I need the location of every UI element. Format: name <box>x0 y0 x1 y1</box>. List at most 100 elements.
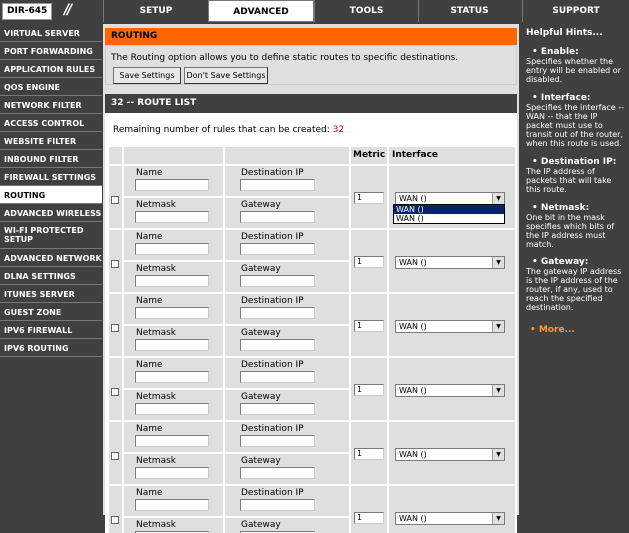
sidebar-item-network-filter[interactable]: NETWORK FILTER <box>0 96 102 114</box>
interface-option[interactable]: WAN () <box>394 205 504 214</box>
sidebar-item-port-forwarding[interactable]: PORT FORWARDING <box>0 42 102 60</box>
name-input[interactable] <box>135 179 209 191</box>
netmask-input[interactable] <box>135 403 209 415</box>
netmask-label: Netmask <box>136 264 176 274</box>
enable-checkbox[interactable] <box>111 324 119 332</box>
header-metric: Metric <box>351 147 387 164</box>
enable-checkbox[interactable] <box>111 452 119 460</box>
interface-select-value: WAN () <box>399 386 427 395</box>
gateway-input[interactable] <box>240 339 315 351</box>
sidebar-item-advanced-wireless[interactable]: ADVANCED WIRELESS <box>0 204 102 222</box>
tab-setup[interactable]: SETUP <box>103 0 208 22</box>
chevron-down-icon[interactable]: ▼ <box>492 193 504 204</box>
gateway-label: Gateway <box>241 456 281 466</box>
remaining-rules-text: Remaining number of rules that can be cr… <box>113 125 344 135</box>
enable-checkbox[interactable] <box>111 260 119 268</box>
sidebar-item-website-filter[interactable]: WEBSITE FILTER <box>0 132 102 150</box>
metric-input[interactable]: 1 <box>354 320 384 332</box>
metric-input[interactable]: 1 <box>354 192 384 204</box>
tab-status[interactable]: STATUS <box>418 0 520 22</box>
netmask-label: Netmask <box>136 392 176 402</box>
gateway-input[interactable] <box>240 467 315 479</box>
tab-tools[interactable]: TOOLS <box>314 0 418 22</box>
header-blank-check <box>109 147 122 164</box>
sidebar-item-ipv6-firewall[interactable]: IPV6 FIREWALL <box>0 321 102 339</box>
gateway-label: Gateway <box>241 328 281 338</box>
sidebar-item-guest-zone[interactable]: GUEST ZONE <box>0 303 102 321</box>
more-link[interactable]: • More... <box>530 325 575 335</box>
netmask-input[interactable] <box>135 275 209 287</box>
dont-save-settings-button[interactable]: Don't Save Settings <box>184 67 268 84</box>
name-input[interactable] <box>135 243 209 255</box>
destination-label: Destination IP <box>241 488 304 498</box>
netmask-input[interactable] <box>135 339 209 351</box>
tab-support[interactable]: SUPPORT <box>522 0 629 22</box>
logo-slash-icon: // <box>64 2 72 18</box>
interface-select-value: WAN () <box>399 514 427 523</box>
interface-select[interactable]: WAN () ▼ <box>395 256 505 269</box>
destination-ip-input[interactable] <box>240 435 315 447</box>
sidebar-item-access-control[interactable]: ACCESS CONTROL <box>0 114 102 132</box>
interface-select-value: WAN () <box>399 450 427 459</box>
gateway-input[interactable] <box>240 211 315 223</box>
netmask-label: Netmask <box>136 456 176 466</box>
metric-input[interactable]: 1 <box>354 256 384 268</box>
sidebar-item-firewall-settings[interactable]: FIREWALL SETTINGS <box>0 168 102 186</box>
interface-dropdown-list[interactable]: WAN () WAN () <box>393 204 505 224</box>
row-check-cell <box>109 486 122 533</box>
destination-label: Destination IP <box>241 424 304 434</box>
gateway-input[interactable] <box>240 275 315 287</box>
interface-select[interactable]: WAN () ▼ <box>395 320 505 333</box>
sidebar: VIRTUAL SERVER PORT FORWARDING APPLICATI… <box>0 24 102 515</box>
sidebar-item-virtual-server[interactable]: VIRTUAL SERVER <box>0 24 102 42</box>
sidebar-item-wifi-protected-setup[interactable]: WI-FI PROTECTED SETUP <box>0 222 102 249</box>
interface-option[interactable]: WAN () <box>394 214 504 223</box>
metric-cell <box>351 486 387 533</box>
route-row: Name Destination IP Netmask Gateway 1 WAN () ▼ <box>109 294 515 356</box>
destination-ip-input[interactable] <box>240 307 315 319</box>
name-input[interactable] <box>135 435 209 447</box>
save-settings-button[interactable]: Save Settings <box>113 67 181 84</box>
route-row: Name Destination IP Netmask Gateway 1 WAN () ▼ <box>109 422 515 484</box>
name-input[interactable] <box>135 499 209 511</box>
brand-logo: DIR-645 // <box>0 0 100 22</box>
sidebar-item-dlna-settings[interactable]: DLNA SETTINGS <box>0 267 102 285</box>
chevron-down-icon[interactable]: ▼ <box>492 385 504 396</box>
hint-text: Specifies the interface -- WAN -- that t… <box>526 103 625 148</box>
sidebar-item-advanced-network[interactable]: ADVANCED NETWORK <box>0 249 102 267</box>
interface-select[interactable]: WAN () ▼ <box>395 384 505 397</box>
interface-select[interactable]: WAN () ▼ <box>395 512 505 525</box>
name-input[interactable] <box>135 307 209 319</box>
gateway-label: Gateway <box>241 200 281 210</box>
tab-advanced[interactable]: ADVANCED <box>208 0 314 22</box>
metric-input[interactable]: 1 <box>354 512 384 524</box>
metric-input[interactable]: 1 <box>354 384 384 396</box>
hint-heading: • Destination IP: <box>532 157 617 167</box>
sidebar-item-inbound-filter[interactable]: INBOUND FILTER <box>0 150 102 168</box>
destination-ip-input[interactable] <box>240 499 315 511</box>
destination-ip-input[interactable] <box>240 179 315 191</box>
sidebar-item-qos-engine[interactable]: QOS ENGINE <box>0 78 102 96</box>
interface-select[interactable]: WAN () ▼ <box>395 448 505 461</box>
interface-cell <box>389 486 515 533</box>
netmask-input[interactable] <box>135 211 209 223</box>
sidebar-item-application-rules[interactable]: APPLICATION RULES <box>0 60 102 78</box>
gateway-label: Gateway <box>241 264 281 274</box>
chevron-down-icon[interactable]: ▼ <box>492 449 504 460</box>
enable-checkbox[interactable] <box>111 516 119 524</box>
sidebar-item-itunes-server[interactable]: ITUNES SERVER <box>0 285 102 303</box>
netmask-input[interactable] <box>135 467 209 479</box>
enable-checkbox[interactable] <box>111 196 119 204</box>
chevron-down-icon[interactable]: ▼ <box>492 257 504 268</box>
sidebar-item-routing[interactable]: ROUTING <box>0 186 102 204</box>
chevron-down-icon[interactable]: ▼ <box>492 321 504 332</box>
enable-checkbox[interactable] <box>111 388 119 396</box>
routing-title: ROUTING <box>105 28 517 45</box>
name-input[interactable] <box>135 371 209 383</box>
metric-input[interactable]: 1 <box>354 448 384 460</box>
sidebar-item-ipv6-routing[interactable]: IPV6 ROUTING <box>0 339 102 357</box>
gateway-input[interactable] <box>240 403 315 415</box>
destination-ip-input[interactable] <box>240 371 315 383</box>
netmask-label: Netmask <box>136 520 176 530</box>
destination-ip-input[interactable] <box>240 243 315 255</box>
